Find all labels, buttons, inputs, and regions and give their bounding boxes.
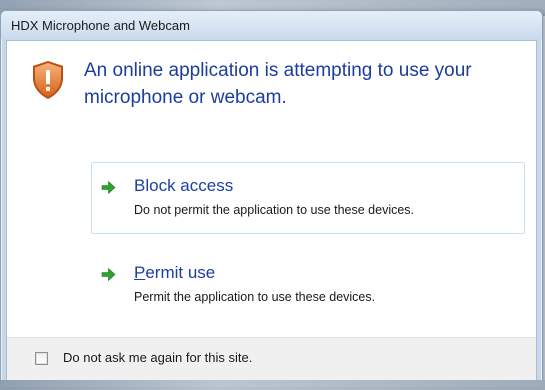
green-arrow-icon (101, 267, 116, 282)
shield-warning-icon (33, 61, 63, 99)
window-title: HDX Microphone and Webcam (11, 18, 190, 33)
do-not-ask-label[interactable]: Do not ask me again for this site. (63, 350, 252, 365)
title-bar[interactable]: HDX Microphone and Webcam (1, 11, 542, 39)
prompt-heading: An online application is attempting to u… (84, 60, 472, 108)
dialog-footer: Do not ask me again for this site. (7, 337, 536, 381)
block-access-option[interactable]: Block access Do not permit the applicati… (91, 162, 525, 234)
dialog-body: An online application is attempting to u… (6, 40, 537, 382)
permit-use-description: Permit the application to use these devi… (134, 290, 376, 304)
permit-use-title: Permit use (134, 263, 215, 283)
dialog-window: HDX Microphone and Webcam An online appl… (0, 10, 543, 388)
green-arrow-icon (101, 180, 116, 195)
block-access-description: Do not permit the application to use the… (134, 203, 415, 217)
background-taskbar-bottom (0, 380, 545, 390)
block-access-title: Block access (134, 176, 234, 195)
do-not-ask-checkbox[interactable] (35, 352, 48, 365)
permit-use-option[interactable]: Permit use Permit the application to use… (91, 249, 525, 321)
permit-use-title-rest: ermit use (145, 263, 216, 282)
permit-use-mnemonic: P (134, 263, 146, 282)
